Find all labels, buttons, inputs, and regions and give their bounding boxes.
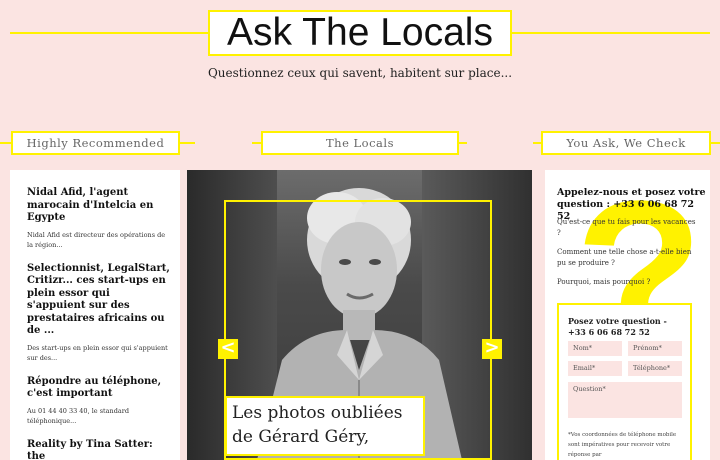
header-rule-right <box>512 32 710 34</box>
nom-field[interactable]: Nom* <box>568 341 622 356</box>
slider-prev-button[interactable]: < <box>218 339 238 359</box>
tab-you-ask-we-check[interactable]: You Ask, We Check <box>541 131 711 155</box>
slider-next-button[interactable]: > <box>482 339 502 359</box>
recommended-list: Nidal Afid, l'agent marocain d'Intelcia … <box>10 170 180 460</box>
post-excerpt: Au 01 44 40 33 40, le standard téléphoni… <box>27 406 170 427</box>
post-title[interactable]: Reality by Tina Satter: the <box>27 439 170 460</box>
tab-the-locals[interactable]: The Locals <box>261 131 459 155</box>
post-title[interactable]: Répondre au téléphone, c'est important <box>27 376 170 401</box>
site-logo[interactable]: Ask The Locals <box>208 10 512 56</box>
email-field[interactable]: Email* <box>568 361 622 376</box>
list-item[interactable]: Nidal Afid, l'agent marocain d'Intelcia … <box>27 187 170 251</box>
faq-item: Pourquoi, mais pourquoi ? <box>557 277 697 288</box>
form-note: *Vos coordonnées de téléphone mobile son… <box>568 430 686 460</box>
slide-caption[interactable]: Les photos oubliées de Gérard Géry, <box>225 396 425 456</box>
faq-item: Comment une telle chose a-t-elle bien pu… <box>557 247 697 269</box>
list-item[interactable]: Selectionnist, LegalStart, Critizr... ce… <box>27 263 170 364</box>
telephone-field[interactable]: Téléphone* <box>628 361 682 376</box>
tab-highly-recommended[interactable]: Highly Recommended <box>11 131 180 155</box>
post-title[interactable]: Nidal Afid, l'agent marocain d'Intelcia … <box>27 187 170 225</box>
list-item[interactable]: Reality by Tina Satter: the <box>27 439 170 460</box>
list-item[interactable]: Répondre au téléphone, c'est important A… <box>27 376 170 427</box>
site-tagline: Questionnez ceux qui savent, habitent su… <box>0 66 720 80</box>
contact-panel: ? Appelez-nous et posez votre question :… <box>545 170 710 460</box>
header-rule-left <box>10 32 208 34</box>
prenom-field[interactable]: Prénom* <box>628 341 682 356</box>
post-excerpt: Nidal Afid est directeur des opérations … <box>27 230 170 251</box>
question-field[interactable]: Question* <box>568 382 682 418</box>
form-title: Posez votre question - +33 6 06 68 72 52 <box>568 316 683 338</box>
question-form: Posez votre question - +33 6 06 68 72 52… <box>557 303 692 460</box>
faq-item: Qu'est-ce que tu fais pour les vacances … <box>557 217 697 239</box>
logo-text: Ask The Locals <box>227 11 493 55</box>
post-title[interactable]: Selectionnist, LegalStart, Critizr... ce… <box>27 263 170 338</box>
post-excerpt: Des start-ups en plein essor qui s'appui… <box>27 343 170 364</box>
